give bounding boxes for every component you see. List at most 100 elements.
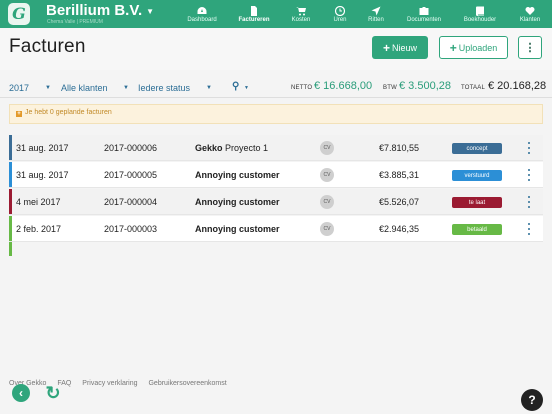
customer-filter[interactable]: Alle klanten ▼ [61, 83, 131, 93]
customer-name: Annoying customer [195, 197, 280, 207]
help-button[interactable]: ? [521, 389, 543, 411]
chevron-left-icon: ‹ [19, 386, 23, 400]
btw-amount: € 3.500,28 [399, 80, 451, 92]
company-name: Berillium B.V. [46, 2, 143, 19]
company-switcher[interactable]: Berillium B.V. ▼ [46, 2, 154, 19]
status-stripe [9, 189, 12, 214]
avatar: CV [320, 141, 334, 155]
search-icon[interactable]: ⚲ [232, 81, 239, 92]
invoice-customer: Annoying customer [195, 224, 280, 234]
invoice-customer: Annoying customer [195, 197, 280, 207]
chevron-down-icon: ▼ [45, 85, 51, 91]
table-row[interactable]: 31 aug. 2017 2017-000005 Annoying custom… [9, 162, 543, 188]
invoice-customer: Gekko Proyecto 1 [195, 143, 268, 153]
new-invoice-button[interactable]: + Nieuw [372, 36, 428, 59]
footer-link-terms[interactable]: Gebruikersovereenkomst [148, 380, 226, 387]
scheduled-invoices-notice[interactable]: + Je hebt 0 geplande facturen [9, 104, 543, 124]
plus-icon: + [382, 40, 390, 55]
plus-icon: + [449, 40, 457, 55]
row-menu-icon[interactable] [526, 195, 532, 209]
chevron-down-icon: ▼ [123, 85, 129, 91]
nav-kosten[interactable]: Kosten [288, 3, 314, 27]
refresh-icon: ↻ [45, 382, 61, 403]
new-button-label: Nieuw [392, 42, 418, 53]
table-row[interactable]: 31 aug. 2017 2017-000006 Gekko Proyecto … [9, 135, 543, 161]
invoice-date: 4 mei 2017 [16, 197, 61, 207]
year-filter-value: 2017 [9, 83, 30, 93]
customer-name: Annoying customer [195, 224, 280, 234]
netto-amount: € 16.668,00 [314, 80, 373, 92]
nav-ritten[interactable]: Ritten [364, 3, 388, 27]
nav-label: Documenten [406, 17, 442, 23]
refresh-button[interactable]: ↻ [43, 383, 63, 403]
cart-icon [288, 3, 314, 16]
nav-label: Factureren [238, 17, 270, 23]
notice-text: Je hebt 0 geplande facturen [25, 109, 112, 116]
totaal-label: TOTAAL [461, 85, 485, 91]
status-badge: betaald [452, 224, 502, 235]
nav-dashboard[interactable]: Dashboard [186, 3, 218, 27]
nav-label: Klanten [519, 17, 541, 23]
table-row[interactable]: 4 mei 2017 2017-000004 Annoying customer… [9, 189, 543, 215]
nav-factureren[interactable]: Factureren [236, 3, 272, 27]
book-icon [460, 3, 500, 16]
status-stripe [9, 135, 12, 160]
customer-name: Gekko [195, 143, 223, 153]
totaal-amount: € 20.168,28 [488, 80, 547, 92]
chevron-down-icon: ▼ [206, 85, 212, 91]
invoice-number: 2017-000004 [104, 197, 158, 207]
status-badge: verstuurd [452, 170, 502, 181]
table-row[interactable]: 2 feb. 2017 2017-000003 Annoying custome… [9, 216, 543, 242]
nav-label: Ritten [368, 17, 384, 23]
invoice-date: 2 feb. 2017 [16, 224, 62, 234]
avatar: CV [320, 195, 334, 209]
avatar: CV [320, 222, 334, 236]
status-badge: te laat [452, 197, 502, 208]
invoice-amount: €5.526,07 [379, 197, 420, 207]
status-stripe [9, 216, 12, 241]
row-menu-icon[interactable] [526, 168, 532, 182]
heart-icon [516, 3, 544, 15]
clock-icon [330, 3, 350, 17]
invoice-date: 31 aug. 2017 [16, 170, 69, 180]
nav-label: Dashboard [187, 17, 217, 23]
invoice-number: 2017-000006 [104, 143, 158, 153]
nav-uren[interactable]: Uren [330, 3, 350, 27]
nav-label: Boekhouder [463, 17, 497, 23]
chevron-down-icon: ▼ [244, 85, 249, 91]
invoice-amount: €3.885,31 [379, 170, 420, 180]
dashboard-icon [186, 3, 218, 15]
netto-label: NETTO [291, 85, 313, 91]
plus-square-icon: + [16, 111, 22, 117]
nav-klanten[interactable]: Klanten [516, 3, 544, 27]
page-title: Facturen [9, 36, 86, 57]
document-icon [236, 3, 272, 16]
btw-label: BTW [383, 85, 397, 91]
account-subtitle: Chema Valle | PREMIUM [47, 19, 103, 25]
upload-button-label: Uploaden [458, 42, 498, 53]
chevron-down-icon: ▼ [146, 6, 155, 16]
year-filter[interactable]: 2017 ▼ [9, 83, 51, 93]
nav-documenten[interactable]: Documenten [404, 3, 444, 27]
upload-button[interactable]: + Uploaden [439, 36, 508, 59]
customer-name: Annoying customer [195, 170, 280, 180]
app-logo[interactable]: G [8, 3, 30, 25]
status-filter-value: Iedere status [138, 83, 191, 93]
row-menu-icon[interactable] [526, 141, 532, 155]
status-stripe-tail [9, 242, 12, 256]
customer-filter-value: Alle klanten [61, 83, 108, 93]
back-button[interactable]: ‹ [12, 384, 30, 402]
invoice-number: 2017-000003 [104, 224, 158, 234]
row-menu-icon[interactable] [526, 222, 532, 236]
more-options-button[interactable]: ⋮ [518, 36, 542, 59]
invoice-date: 31 aug. 2017 [16, 143, 69, 153]
status-stripe [9, 162, 12, 187]
logo-letter: G [12, 4, 26, 23]
nav-boekhouder[interactable]: Boekhouder [460, 3, 500, 27]
invoice-customer: Annoying customer [195, 170, 280, 180]
footer-link-privacy[interactable]: Privacy verklaring [82, 380, 137, 387]
status-filter[interactable]: Iedere status ▼ [138, 83, 214, 93]
invoice-amount: €7.810,55 [379, 143, 420, 153]
invoice-number: 2017-000005 [104, 170, 158, 180]
avatar: CV [320, 168, 334, 182]
